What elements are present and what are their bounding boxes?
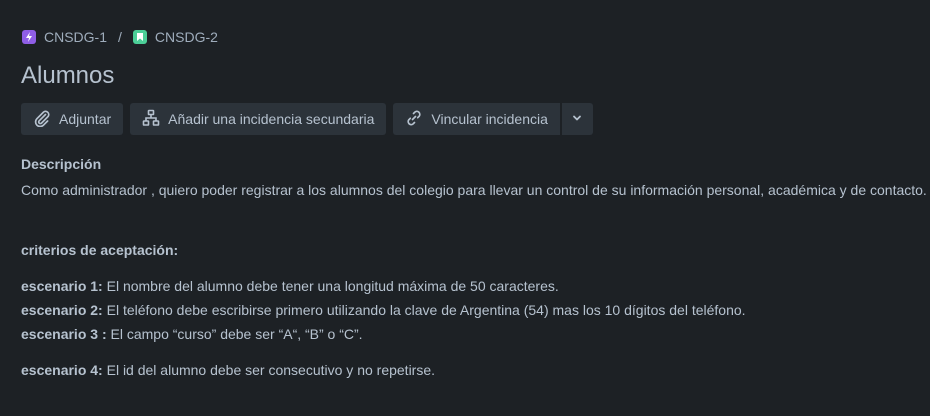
issue-toolbar: Adjuntar Añadir una incidencia secundari… — [21, 103, 593, 135]
link-issue-label: Vincular incidencia — [431, 111, 548, 127]
criteria-heading: criterios de aceptación: — [21, 242, 179, 258]
attach-button[interactable]: Adjuntar — [21, 103, 124, 135]
scenario-label: escenario 1: — [21, 278, 103, 294]
hierarchy-icon — [142, 109, 160, 130]
breadcrumb-label: CNSDG-1 — [44, 29, 108, 45]
breadcrumb-label: CNSDG-2 — [154, 29, 218, 45]
link-icon — [405, 109, 423, 130]
scenario-label: escenario 2: — [21, 302, 103, 318]
scenario-text: El teléfono debe escribirse primero util… — [102, 302, 746, 318]
issue-title[interactable]: Alumnos — [21, 62, 114, 90]
attach-label: Adjuntar — [59, 111, 112, 127]
scenario-line: escenario 3 : El campo “curso” debe ser … — [21, 326, 363, 342]
chevron-down-icon — [571, 111, 583, 127]
scenario-line: escenario 4: El id del alumno debe ser c… — [21, 362, 435, 378]
breadcrumb-separator: / — [118, 29, 122, 45]
scenario-text: El campo “curso” debe ser “A“, “B” o “C”… — [106, 326, 363, 342]
scenario-label: escenario 3 : — [21, 326, 107, 342]
more-actions-dropdown[interactable] — [559, 103, 593, 135]
breadcrumb-item-current[interactable]: CNSDG-2 — [132, 29, 218, 45]
breadcrumb: CNSDG-1 / CNSDG-2 — [22, 29, 218, 45]
add-child-issue-button[interactable]: Añadir una incidencia secundaria — [130, 103, 387, 135]
add-child-label: Añadir una incidencia secundaria — [168, 111, 375, 127]
scenario-line: escenario 1: El nombre del alumno debe t… — [21, 278, 559, 294]
scenario-text: El nombre del alumno debe tener una long… — [102, 278, 559, 294]
link-issue-group: Vincular incidencia — [393, 103, 593, 135]
epic-icon — [22, 30, 36, 44]
breadcrumb-item-parent[interactable]: CNSDG-1 — [22, 29, 107, 45]
story-icon — [132, 30, 147, 44]
link-issue-button[interactable]: Vincular incidencia — [393, 103, 560, 135]
scenario-label: escenario 4: — [21, 362, 103, 378]
description-text[interactable]: Como administrador , quiero poder regist… — [21, 182, 927, 198]
scenario-text: El id del alumno debe ser consecutivo y … — [102, 362, 436, 378]
scenario-line: escenario 2: El teléfono debe escribirse… — [21, 302, 746, 318]
description-heading: Descripción — [21, 156, 102, 172]
paperclip-icon — [33, 109, 51, 130]
